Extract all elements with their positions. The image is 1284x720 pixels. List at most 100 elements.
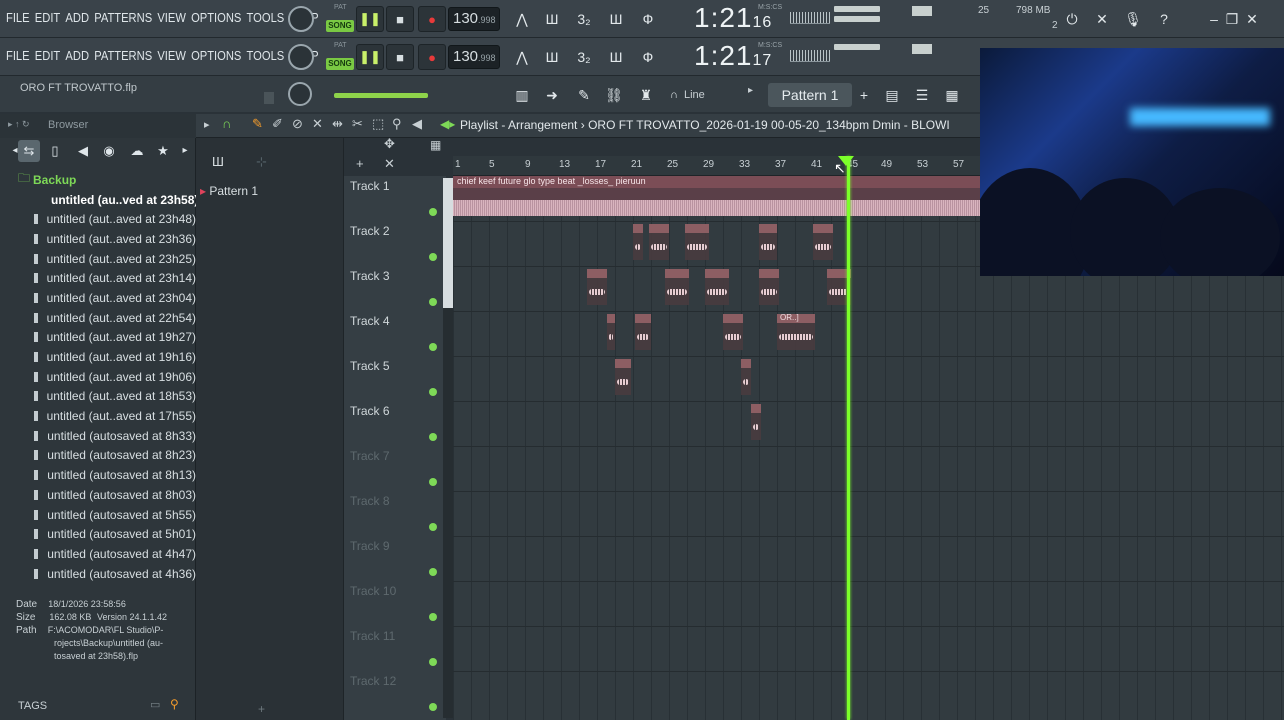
track-header[interactable]: Track 4	[344, 311, 446, 356]
metronome-icon[interactable]: ⋀	[510, 45, 534, 69]
master-pitch-slider[interactable]	[334, 93, 428, 98]
track-header[interactable]: Track 1	[344, 176, 446, 221]
browser-files-icon[interactable]: ▯	[44, 140, 66, 162]
audio-clip-main[interactable]: chief keef future glo type beat _losses_…	[453, 176, 980, 216]
list-item[interactable]: untitled (aut..aved at 23h36)	[0, 229, 196, 249]
audio-clip[interactable]	[649, 224, 669, 260]
pen-icon[interactable]: ✎	[572, 83, 596, 107]
playlist-menu-arrow-icon[interactable]: ▸	[204, 118, 210, 131]
list-item[interactable]: untitled (autosaved at 5h55)	[0, 505, 196, 525]
arrow-right-icon[interactable]: ➜	[540, 83, 564, 107]
step-edit-icon[interactable]: Ш	[604, 45, 628, 69]
menu-add[interactable]: ADD	[65, 48, 89, 63]
track-enable-led[interactable]	[429, 253, 437, 261]
add-pattern-small-icon[interactable]: +	[258, 702, 265, 716]
list-item[interactable]: untitled (autosaved at 4h36)	[0, 564, 196, 584]
track-enable-led[interactable]	[429, 523, 437, 531]
audio-clip[interactable]	[705, 269, 729, 305]
link-icon[interactable]: ⛓	[602, 83, 626, 107]
menu-patterns[interactable]: PATTERNS	[94, 10, 152, 25]
menu-tools[interactable]: TOOLS	[247, 48, 285, 63]
close-icon[interactable]: ✕	[1240, 7, 1264, 31]
record-button[interactable]: ●	[418, 44, 446, 70]
playback-tool-icon[interactable]: ◀	[412, 116, 422, 132]
browser-project-icon[interactable]: ◉	[98, 140, 120, 162]
menu-edit[interactable]: EDIT	[35, 10, 60, 25]
browser-cloud-icon[interactable]: ☁	[126, 140, 148, 162]
play-button[interactable]: ❚❚	[356, 44, 384, 70]
delete-tool-icon[interactable]: ⊘	[292, 116, 303, 132]
list-item[interactable]: untitled (au..ved at 23h58)	[0, 190, 198, 210]
browser-all-icon[interactable]: ⇆	[18, 140, 40, 162]
list-item[interactable]: untitled (aut..aved at 17h55)	[0, 406, 196, 426]
play-button[interactable]: ❚❚	[356, 6, 384, 32]
menu-add[interactable]: ADD	[65, 10, 89, 25]
track-header[interactable]: Track 2	[344, 221, 446, 266]
countdown-icon[interactable]: 3₂	[572, 7, 596, 31]
audio-clip[interactable]	[813, 224, 833, 260]
microphone-icon[interactable]: 🎙	[1121, 7, 1145, 31]
audio-clip[interactable]	[759, 269, 779, 305]
browser-plugins-icon[interactable]: ◀	[72, 140, 94, 162]
browser-arrows-icon[interactable]: ▸ ↑ ↻	[8, 119, 30, 130]
list-item[interactable]: untitled (aut..aved at 23h48)	[0, 209, 196, 229]
menu-file[interactable]: FILE	[6, 10, 30, 25]
menu-view[interactable]: VIEW	[157, 48, 186, 63]
list-item[interactable]: untitled (aut..aved at 23h04)	[0, 288, 196, 308]
power-icon[interactable]: ⏻	[1060, 7, 1084, 31]
menu-patterns[interactable]: PATTERNS	[94, 48, 152, 63]
song-mode-toggle[interactable]: SONG	[326, 20, 354, 32]
panic-icon[interactable]: ✕	[1090, 7, 1114, 31]
piano-icon[interactable]: ▥	[510, 83, 534, 107]
grid-icon[interactable]: ▦	[430, 138, 441, 152]
loop-record-icon[interactable]: Ф	[636, 7, 660, 31]
magnet-icon[interactable]: ∩	[662, 83, 686, 107]
menu-file[interactable]: FILE	[6, 48, 30, 63]
hint-knob[interactable]	[288, 82, 312, 106]
move-icon[interactable]: ✥	[384, 136, 395, 152]
pattern-prev-icon[interactable]: ▸	[748, 85, 753, 96]
list-item[interactable]: untitled (aut..aved at 19h16)	[0, 347, 196, 367]
channel-icon[interactable]: ⊹	[256, 154, 267, 170]
list-item[interactable]: untitled (autosaved at 8h03)	[0, 485, 196, 505]
song-mode-toggle[interactable]: SONG	[326, 58, 354, 70]
track-enable-led[interactable]	[429, 703, 437, 711]
list-item[interactable]: untitled (aut..aved at 18h53)	[0, 387, 196, 407]
help-icon[interactable]: ?	[1152, 7, 1176, 31]
list-item[interactable]: untitled (aut..aved at 22h54)	[0, 308, 196, 328]
playhead-line[interactable]	[847, 156, 850, 720]
track-enable-led[interactable]	[429, 343, 437, 351]
folder-small-icon[interactable]: ▭	[150, 698, 160, 711]
tempo-display[interactable]: 130.998	[448, 45, 500, 69]
list-item[interactable]: untitled (autosaved at 4h47)	[0, 544, 196, 564]
audio-clip[interactable]	[751, 404, 761, 440]
master-volume-knob[interactable]	[288, 6, 314, 32]
add-pattern-icon[interactable]: +	[852, 83, 876, 107]
track-scrollbar[interactable]	[443, 178, 453, 718]
wait-input-icon[interactable]: Ш	[540, 45, 564, 69]
audio-clip[interactable]	[633, 224, 643, 260]
list-item[interactable]: untitled (aut..aved at 23h25)	[0, 249, 196, 269]
audio-clip[interactable]	[759, 224, 777, 260]
audio-clip[interactable]: OR..]	[777, 313, 815, 350]
list-item[interactable]: untitled (autosaved at 5h01)	[0, 524, 196, 544]
audio-clip[interactable]	[665, 269, 689, 305]
browser-forward-icon[interactable]: ▸	[174, 140, 196, 162]
stamp-icon[interactable]: ♜	[634, 83, 658, 107]
folder-backup[interactable]: 🗀 Backup	[0, 170, 196, 190]
step-edit-icon[interactable]: Ш	[604, 7, 628, 31]
menu-tools[interactable]: TOOLS	[247, 10, 285, 25]
track-scrollbar-thumb[interactable]	[443, 178, 453, 308]
browser-favorites-icon[interactable]: ★	[152, 140, 174, 162]
search-icon[interactable]: ⚲	[170, 697, 179, 711]
list-item[interactable]: untitled (autosaved at 8h33)	[0, 426, 196, 446]
track-enable-led[interactable]	[429, 613, 437, 621]
track-header[interactable]: Track 12	[344, 671, 446, 716]
loop-record-icon[interactable]: Ф	[636, 45, 660, 69]
audio-clip[interactable]	[685, 224, 709, 260]
list-item[interactable]: untitled (autosaved at 8h23)	[0, 446, 196, 466]
add-track-icon[interactable]: +	[356, 156, 364, 171]
track-header[interactable]: Track 3	[344, 266, 446, 311]
magnet-snap-icon[interactable]: ∩	[222, 116, 231, 131]
menu-options[interactable]: OPTIONS	[191, 48, 241, 63]
